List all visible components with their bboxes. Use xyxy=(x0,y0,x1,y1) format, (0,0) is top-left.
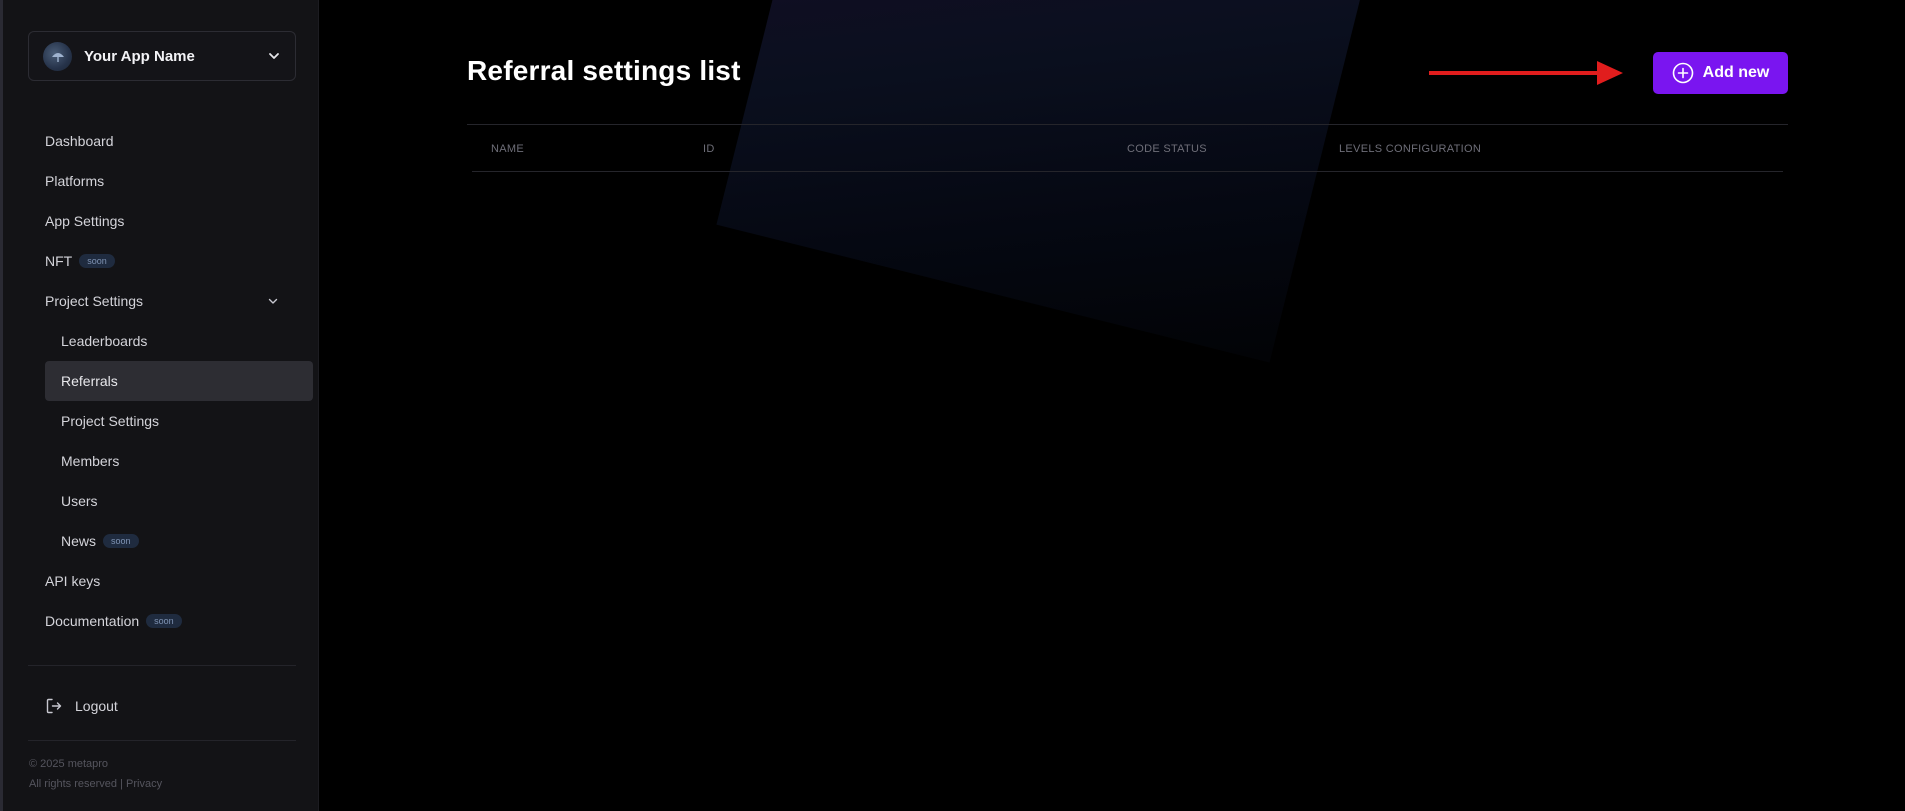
sidebar-item-news[interactable]: News soon xyxy=(45,521,313,561)
soon-badge: soon xyxy=(79,254,115,268)
sidebar-item-label: Project Settings xyxy=(61,413,160,429)
sidebar-item-dashboard[interactable]: Dashboard xyxy=(45,121,313,161)
sidebar-item-documentation[interactable]: Documentation soon xyxy=(45,601,313,641)
rights-label: All rights reserved | xyxy=(29,778,127,790)
sidebar-item-label: API keys xyxy=(45,573,101,589)
column-header-id[interactable]: ID xyxy=(703,143,715,155)
add-new-label: Add new xyxy=(1702,64,1770,81)
sidebar-item-referrals[interactable]: Referrals xyxy=(45,361,313,401)
sidebar-item-label: App Settings xyxy=(45,213,125,229)
sidebar-item-users[interactable]: Users xyxy=(45,481,313,521)
sidebar-item-leaderboards[interactable]: Leaderboards xyxy=(45,321,313,361)
copyright-text: © 2025 metapro xyxy=(29,758,109,770)
sidebar-item-label: Leaderboards xyxy=(61,333,148,349)
plus-circle-icon xyxy=(1672,62,1693,84)
sidebar-item-platforms[interactable]: Platforms xyxy=(45,161,313,201)
sidebar: Your App Name Dashboard Platforms App Se… xyxy=(0,0,319,811)
sidebar-item-label: Documentation xyxy=(45,613,140,629)
sidebar-item-project-settings-group[interactable]: Project Settings xyxy=(45,281,313,321)
rights-text: All rights reserved | Privacy xyxy=(29,778,162,790)
logout-icon xyxy=(46,698,62,714)
sidebar-item-label: Dashboard xyxy=(45,133,114,149)
sidebar-item-project-settings[interactable]: Project Settings xyxy=(45,401,313,441)
privacy-link[interactable]: Privacy xyxy=(126,778,162,790)
app-name: Your App Name xyxy=(84,47,195,65)
app-root: Your App Name Dashboard Platforms App Se… xyxy=(0,0,1905,811)
soon-badge: soon xyxy=(103,534,139,548)
sidebar-item-app-settings[interactable]: App Settings xyxy=(45,201,313,241)
sidebar-item-label: Project Settings xyxy=(45,293,144,309)
column-header-code-status[interactable]: CODE STATUS xyxy=(1127,143,1207,155)
column-header-name[interactable]: NAME xyxy=(491,143,524,155)
main-content: Referral settings list Add new NAME ID C… xyxy=(320,0,1905,811)
sidebar-item-api-keys[interactable]: API keys xyxy=(45,561,313,601)
background-glow xyxy=(716,0,1374,363)
sidebar-item-label: Members xyxy=(61,453,120,469)
table-header: NAME ID CODE STATUS LEVELS CONFIGURATION xyxy=(472,125,1783,172)
sidebar-item-label: Referrals xyxy=(61,373,118,389)
chevron-down-icon xyxy=(268,298,278,304)
add-new-button[interactable]: Add new xyxy=(1653,52,1788,94)
sidebar-item-label: NFT xyxy=(45,253,73,269)
soon-badge: soon xyxy=(146,614,182,628)
app-switcher[interactable]: Your App Name xyxy=(28,31,296,81)
red-arrow-annotation xyxy=(1429,61,1623,85)
sidebar-item-label: News xyxy=(61,533,97,549)
column-header-levels-configuration[interactable]: LEVELS CONFIGURATION xyxy=(1339,143,1481,155)
sidebar-item-label: Platforms xyxy=(45,173,105,189)
sidebar-item-nft[interactable]: NFT soon xyxy=(45,241,313,281)
logout-button[interactable]: Logout xyxy=(45,694,118,718)
logout-label: Logout xyxy=(75,698,118,714)
app-logo-icon xyxy=(43,41,72,71)
page-title: Referral settings list xyxy=(467,55,741,86)
sidebar-item-label: Users xyxy=(61,493,98,509)
sidebar-divider xyxy=(28,740,296,741)
sidebar-item-members[interactable]: Members xyxy=(45,441,313,481)
referral-settings-table: NAME ID CODE STATUS LEVELS CONFIGURATION xyxy=(467,124,1788,172)
sidebar-divider xyxy=(28,665,296,666)
chevron-down-icon xyxy=(269,53,279,59)
